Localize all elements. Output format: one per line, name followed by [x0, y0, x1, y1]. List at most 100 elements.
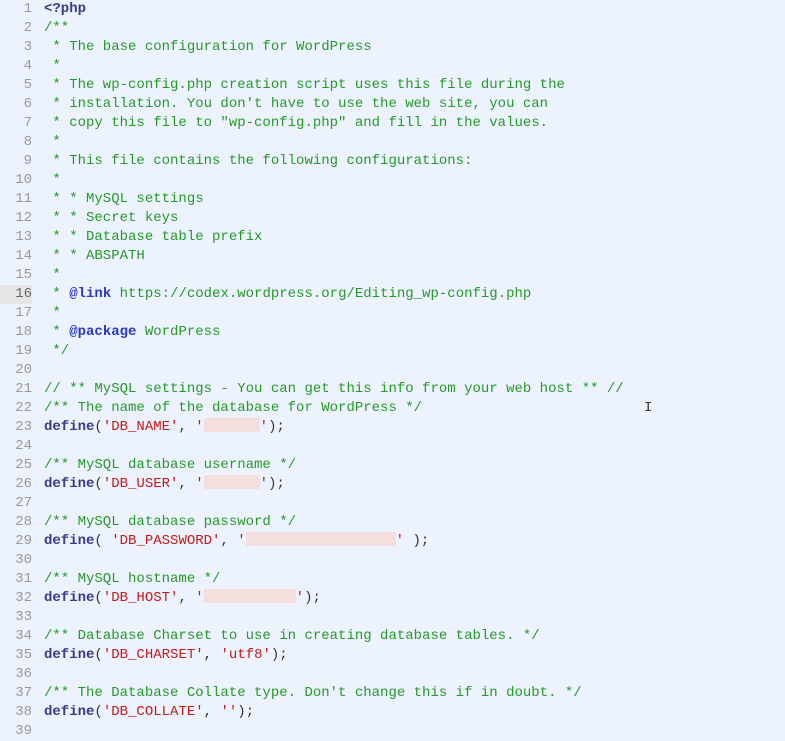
comment-text: * copy this file to "wp-config.php" and …	[44, 115, 548, 131]
comment-text: /** MySQL hostname */	[44, 571, 220, 587]
comment-text: *	[44, 267, 61, 283]
comment-text: WordPress	[136, 324, 220, 340]
code-line[interactable]: * * Database table prefix	[44, 228, 785, 247]
code-line[interactable]: *	[44, 304, 785, 323]
comment-text: *	[44, 134, 61, 150]
comment-text: /** The Database Collate type. Don't cha…	[44, 685, 582, 701]
code-area[interactable]: <?php /** * The base configuration for W…	[40, 0, 785, 741]
line-number: 15	[0, 266, 32, 285]
comment-text: /** The name of the database for WordPre…	[44, 400, 422, 416]
code-line[interactable]: define('DB_USER', '');	[44, 475, 785, 494]
code-line[interactable]	[44, 608, 785, 627]
redacted-value	[204, 475, 260, 489]
code-line[interactable]: * @package WordPress	[44, 323, 785, 342]
comment-text: * * Secret keys	[44, 210, 178, 226]
code-line[interactable]: /** The name of the database for WordPre…	[44, 399, 785, 418]
code-line[interactable]	[44, 722, 785, 741]
code-line[interactable]	[44, 361, 785, 380]
code-line[interactable]: /** MySQL database username */	[44, 456, 785, 475]
redacted-value	[204, 418, 260, 432]
code-line[interactable]: /** MySQL hostname */	[44, 570, 785, 589]
code-line[interactable]: define( 'DB_PASSWORD', '' );	[44, 532, 785, 551]
string-literal: 'DB_NAME'	[103, 419, 179, 435]
function-name: define	[44, 647, 94, 663]
line-number: 5	[0, 76, 32, 95]
line-number: 6	[0, 95, 32, 114]
line-number: 17	[0, 304, 32, 323]
line-number-current: 16	[0, 285, 32, 304]
code-line[interactable]	[44, 437, 785, 456]
code-line[interactable]	[44, 665, 785, 684]
code-line[interactable]	[44, 551, 785, 570]
php-open-tag: <?php	[44, 1, 86, 17]
string-literal: ''	[220, 704, 237, 720]
line-number: 23	[0, 418, 32, 437]
comment-text: */	[44, 343, 69, 359]
line-number: 24	[0, 437, 32, 456]
code-line[interactable]: *	[44, 133, 785, 152]
line-number: 32	[0, 589, 32, 608]
line-number-gutter: 1 2 3 4 5 6 7 8 9 10 11 12 13 14 15 16 1…	[0, 0, 40, 741]
code-line[interactable]: * copy this file to "wp-config.php" and …	[44, 114, 785, 133]
line-number: 34	[0, 627, 32, 646]
line-number: 3	[0, 38, 32, 57]
line-number: 31	[0, 570, 32, 589]
line-number: 18	[0, 323, 32, 342]
code-line[interactable]	[44, 494, 785, 513]
code-line[interactable]: define('DB_CHARSET', 'utf8');	[44, 646, 785, 665]
string-literal: 'DB_COLLATE'	[103, 704, 204, 720]
code-line[interactable]: * * MySQL settings	[44, 190, 785, 209]
comment-text: /** Database Charset to use in creating …	[44, 628, 540, 644]
line-number: 12	[0, 209, 32, 228]
code-line[interactable]: */	[44, 342, 785, 361]
code-line[interactable]: * * ABSPATH	[44, 247, 785, 266]
comment-text: *	[44, 324, 69, 340]
function-name: define	[44, 590, 94, 606]
function-name: define	[44, 704, 94, 720]
line-number: 14	[0, 247, 32, 266]
line-number: 4	[0, 57, 32, 76]
line-number: 13	[0, 228, 32, 247]
line-number: 37	[0, 684, 32, 703]
code-line[interactable]: <?php	[44, 0, 785, 19]
comment-text: * * Database table prefix	[44, 229, 262, 245]
code-line[interactable]: * The wp-config.php creation script uses…	[44, 76, 785, 95]
code-line[interactable]: * This file contains the following confi…	[44, 152, 785, 171]
line-number: 33	[0, 608, 32, 627]
string-literal: 'DB_USER'	[103, 476, 179, 492]
code-editor[interactable]: 1 2 3 4 5 6 7 8 9 10 11 12 13 14 15 16 1…	[0, 0, 785, 741]
code-line[interactable]: define('DB_COLLATE', '');	[44, 703, 785, 722]
line-number: 21	[0, 380, 32, 399]
line-number: 36	[0, 665, 32, 684]
code-line[interactable]: /**	[44, 19, 785, 38]
line-number: 30	[0, 551, 32, 570]
line-number: 25	[0, 456, 32, 475]
code-line[interactable]: /** The Database Collate type. Don't cha…	[44, 684, 785, 703]
function-name: define	[44, 533, 94, 549]
code-line[interactable]: * installation. You don't have to use th…	[44, 95, 785, 114]
line-number: 10	[0, 171, 32, 190]
code-line[interactable]: *	[44, 171, 785, 190]
code-line[interactable]: * @link https://codex.wordpress.org/Edit…	[44, 285, 785, 304]
code-line[interactable]: // ** MySQL settings - You can get this …	[44, 380, 785, 399]
string-literal: 'DB_PASSWORD'	[111, 533, 220, 549]
line-number: 28	[0, 513, 32, 532]
comment-text: * * MySQL settings	[44, 191, 204, 207]
code-line[interactable]: *	[44, 57, 785, 76]
code-line[interactable]: *	[44, 266, 785, 285]
comment-text: * The wp-config.php creation script uses…	[44, 77, 565, 93]
comment-text: /**	[44, 20, 69, 36]
line-number: 26	[0, 475, 32, 494]
comment-text: /** MySQL database username */	[44, 457, 296, 473]
code-line[interactable]: * * Secret keys	[44, 209, 785, 228]
code-line[interactable]: define('DB_HOST', '');	[44, 589, 785, 608]
comment-text: *	[44, 286, 69, 302]
line-number: 19	[0, 342, 32, 361]
code-line[interactable]: /** MySQL database password */	[44, 513, 785, 532]
code-line[interactable]: * The base configuration for WordPress	[44, 38, 785, 57]
redacted-value	[204, 589, 296, 603]
code-line[interactable]: define('DB_NAME', '');	[44, 418, 785, 437]
code-line[interactable]: /** Database Charset to use in creating …	[44, 627, 785, 646]
line-number: 1	[0, 0, 32, 19]
comment-text: * This file contains the following confi…	[44, 153, 472, 169]
